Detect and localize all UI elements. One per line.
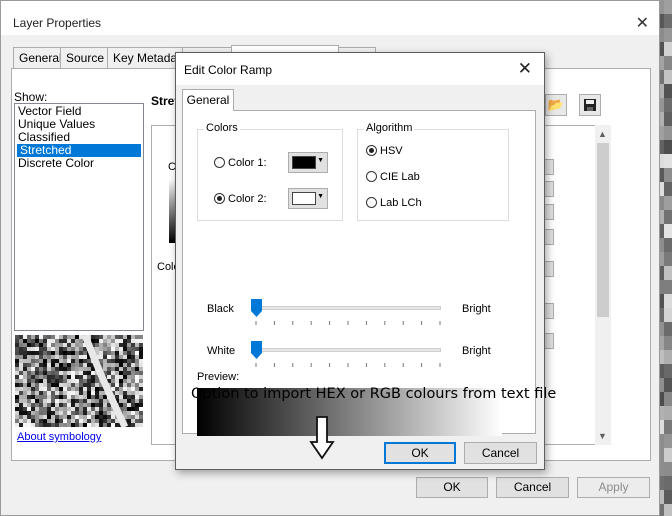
side-dropdown-1[interactable] [544,261,554,277]
about-symbology-link[interactable]: About symbology [17,431,101,443]
raster-thumbnail [15,335,143,427]
preview-label: Preview: [197,371,240,383]
algorithm-lablch-radio[interactable]: Lab LCh [366,197,422,209]
color2-label: Color 2: [228,193,267,205]
color2-radio[interactable]: Color 2: [214,193,267,205]
slider2-left-label: White [207,345,236,357]
annotation-text: Option to import HEX or RGB colours from… [191,386,557,402]
algorithm-hsv-radio[interactable]: HSV [366,145,403,157]
renderer-item-discrete-color[interactable]: Discrete Color [15,157,143,170]
slider1-ticks [255,321,441,325]
color1-radio-dot[interactable] [214,157,225,168]
side-control-4[interactable] [544,229,554,245]
tab-general-dialog[interactable]: General [182,89,234,111]
tab-source[interactable]: Source [60,47,108,68]
arrow-down-icon [309,416,335,460]
cielab-radio-dot[interactable] [366,171,377,182]
scroll-down-icon[interactable]: ▼ [598,431,607,441]
dialog-title: Edit Color Ramp [184,63,273,77]
algorithm-cielab-radio[interactable]: CIE Lab [366,171,420,183]
side-dropdown-2[interactable] [544,303,554,319]
show-label: Show: [14,90,48,104]
layer-properties-titlebar: Layer Properties ✕ [1,1,659,35]
window-title: Layer Properties [13,16,102,30]
slider2-track[interactable] [251,348,441,352]
lablch-label: Lab LCh [380,197,422,209]
chevron-down-icon: ▼ [317,157,324,164]
open-folder-icon[interactable]: 📂 [545,94,567,116]
slider2-ticks [255,363,441,367]
edit-color-ramp-dialog: Edit Color Ramp ✕ General Colors Color 1… [175,52,556,470]
slider2-thumb[interactable] [251,341,262,359]
side-dropdown-3[interactable] [544,333,554,349]
color2-radio-dot[interactable] [214,193,225,204]
layer-cancel-button[interactable]: Cancel [496,477,569,498]
color1-picker[interactable]: ▼ [288,152,328,173]
save-icon[interactable] [579,94,601,116]
color1-swatch [292,156,316,169]
dialog-ok-button[interactable]: OK [384,442,456,464]
tab-general[interactable]: General [13,47,62,68]
colors-group: Colors Color 1: ▼ Color 2: ▼ [197,122,343,221]
close-icon[interactable]: ✕ [636,13,649,33]
algorithm-group: Algorithm HSV CIE Lab Lab LCh [357,122,509,221]
slider1-track[interactable] [251,306,441,310]
side-control-1[interactable] [544,159,554,175]
scroll-up-icon[interactable]: ▲ [598,129,607,139]
dialog-close-icon[interactable]: ✕ [518,59,532,79]
panel-scrollbar[interactable]: ▲ ▼ [595,125,611,445]
lablch-radio-dot[interactable] [366,197,377,208]
slider1-thumb[interactable] [251,299,262,317]
hsv-label: HSV [380,145,403,157]
dialog-cancel-button[interactable]: Cancel [464,442,537,464]
hsv-radio-dot[interactable] [366,145,377,156]
algorithm-group-label: Algorithm [364,122,415,134]
slider1-left-label: Black [207,303,234,315]
slider2-right-label: Bright [462,345,491,357]
dialog-titlebar: Edit Color Ramp ✕ [176,53,544,85]
raster-thumbnail-image [15,335,143,427]
chevron-down-icon: ▼ [317,193,324,200]
color1-label: Color 1: [228,157,267,169]
slider1-right-label: Bright [462,303,491,315]
tab-key-metadata[interactable]: Key Metadata [107,47,187,68]
cielab-label: CIE Lab [380,171,420,183]
layer-ok-button[interactable]: OK [416,477,488,498]
scrollbar-thumb[interactable] [597,143,609,317]
layer-apply-button[interactable]: Apply [577,477,650,498]
colors-group-label: Colors [204,122,240,134]
color2-swatch [292,192,316,205]
renderer-list[interactable]: Vector Field Unique Values Classified St… [14,103,144,331]
color1-radio[interactable]: Color 1: [214,157,267,169]
side-control-3[interactable] [544,204,554,220]
color2-picker[interactable]: ▼ [288,188,328,209]
side-control-2[interactable] [544,181,554,197]
